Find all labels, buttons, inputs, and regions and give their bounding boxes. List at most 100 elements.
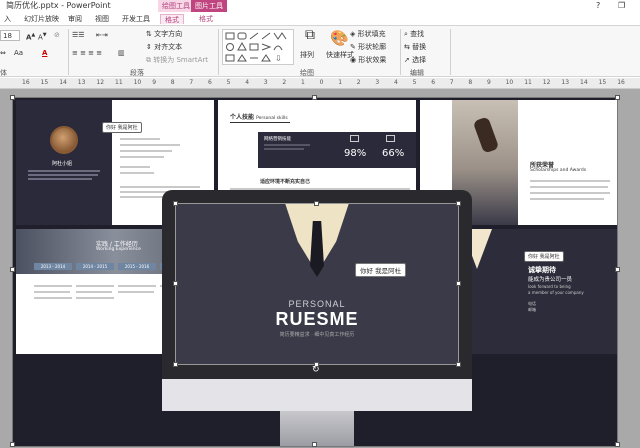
resize-handle[interactable]	[312, 95, 317, 100]
tab-insert[interactable]: 入	[0, 14, 15, 24]
shape-outline-label: 形状轮廓	[358, 43, 387, 51]
ruler-number: 1	[338, 79, 343, 86]
title-bar: 简历优化.pptx - PowerPoint 绘图工具 图片工具 ? ❐	[0, 0, 640, 12]
bullets-icon[interactable]: ☰☰	[72, 30, 85, 41]
shape-effects-button[interactable]: ◉ 形状效果	[350, 55, 386, 66]
group-label-font: 体	[0, 69, 7, 77]
ruler-number: 12	[542, 79, 551, 86]
shapes-icon: ⇩	[225, 32, 287, 63]
shape-fill-label: 形状填充	[357, 30, 386, 38]
slide-canvas[interactable]: 阿杜小姐 你好 我是阿杜 个人技能 Personal skills 网络营销技能…	[0, 89, 640, 448]
resize-handle[interactable]	[173, 281, 178, 286]
shape-effects-label: 形状效果	[358, 56, 387, 64]
smartart-label: 转换为 SmartArt	[153, 56, 209, 64]
ruler-number: 14	[59, 79, 67, 86]
shape-outline-button[interactable]: ✎ 形状轮廓	[350, 42, 386, 53]
ruler-number: 16	[22, 79, 30, 86]
resize-handle[interactable]	[10, 442, 15, 447]
ribbon-tabs: 入 设计 切换 动画 幻灯片放映 审阅 视图 开发工具 格式 格式	[0, 12, 640, 25]
group-separator	[450, 29, 451, 75]
resize-handle[interactable]	[615, 95, 620, 100]
replace-icon: ⇆	[404, 43, 410, 51]
effects-icon: ◉	[350, 56, 357, 64]
indent-icon[interactable]: ⇤⇥	[96, 30, 108, 41]
shrink-font-icon[interactable]: A▼	[38, 30, 47, 41]
font-size-box[interactable]: 18	[0, 30, 20, 41]
ruler-number: 2	[356, 79, 361, 86]
ruler-number: 10	[133, 79, 142, 86]
shape-fill-button[interactable]: ◈ 形状填充	[350, 29, 386, 40]
tab-format-drawing[interactable]: 格式	[160, 14, 184, 24]
group-separator	[68, 29, 69, 75]
grow-font-icon[interactable]: A▲	[26, 30, 35, 41]
picture-tools-context: 图片工具	[191, 0, 227, 12]
ruler-number: 12	[96, 79, 105, 86]
quick-styles-icon[interactable]: 🎨	[330, 28, 349, 48]
resize-handle[interactable]	[173, 201, 178, 206]
columns-icon[interactable]: ▥	[118, 48, 125, 59]
ruler-number: 1	[301, 79, 305, 86]
align-left-icon[interactable]: ≡ ≡ ≡ ≡	[72, 48, 102, 59]
horizontal-ruler[interactable]: 16 15 14 13 12 11 10 9 8 7 6 5 4 3 2 1 0 1 2 3 4 5 6 7 8 9 10 11 12 1…	[0, 78, 640, 89]
ruler-number: 6	[208, 79, 212, 86]
arrange-icon[interactable]: ⧉	[300, 28, 320, 48]
tab-view[interactable]: 视图	[91, 14, 113, 24]
ruler-number: 0	[319, 79, 324, 86]
resize-handle[interactable]	[312, 442, 317, 447]
group-label-editing: 编辑	[410, 69, 424, 77]
ruler-number: 6	[431, 79, 436, 86]
resize-handle[interactable]	[10, 267, 15, 272]
text-direction-label: 文字方向	[154, 30, 183, 38]
text-direction-icon: ⇅	[146, 30, 152, 38]
resize-handle[interactable]	[615, 267, 620, 272]
resize-handle[interactable]	[456, 201, 461, 206]
group-separator	[400, 29, 401, 75]
ruler-number: 13	[77, 79, 86, 86]
ruler-number: 2	[282, 79, 287, 86]
smartart-button[interactable]: ⧉ 转换为 SmartArt	[146, 55, 208, 66]
tab-format-picture[interactable]: 格式	[195, 14, 217, 24]
tab-review[interactable]: 审阅	[64, 14, 86, 24]
window-title: 简历优化.pptx - PowerPoint	[6, 1, 111, 10]
smartart-icon: ⧉	[146, 56, 151, 64]
ruler-number: 10	[505, 79, 514, 86]
text-direction-button[interactable]: ⇅ 文字方向	[146, 29, 182, 40]
ribbon: 18 A▲ A▼ ⊘ ⇔ Aa A 体 ☰☰ ⇤⇥ ≡ ≡ ≡ ≡ ▥ ⇅ 文字…	[0, 25, 640, 77]
resize-handle[interactable]	[314, 201, 319, 206]
find-button[interactable]: ⌕ 查找	[404, 29, 424, 40]
align-text-label: 对齐文本	[154, 43, 183, 51]
shapes-gallery[interactable]: ⇩	[222, 29, 294, 65]
resize-handle[interactable]	[615, 442, 620, 447]
resize-handle[interactable]	[173, 362, 178, 367]
ruler-number: 5	[412, 79, 417, 86]
group-separator	[218, 29, 219, 75]
replace-button[interactable]: ⇆ 替换	[404, 42, 426, 53]
resize-handle[interactable]	[456, 281, 461, 286]
binoculars-icon: ⌕	[404, 30, 408, 38]
char-spacing-icon[interactable]: ⇔	[0, 48, 6, 59]
ruler-number: 7	[189, 79, 194, 86]
group-label-drawing: 绘图	[300, 69, 314, 77]
screen-selection-outline	[175, 203, 459, 365]
clear-format-icon[interactable]: ⊘	[54, 30, 60, 41]
ruler-number: 13	[561, 79, 570, 86]
font-color-icon[interactable]: A	[42, 48, 47, 59]
restore-button[interactable]: ❐	[618, 0, 625, 12]
find-label: 查找	[410, 30, 425, 38]
select-button[interactable]: ➚ 选择	[404, 55, 426, 66]
resize-handle[interactable]	[456, 362, 461, 367]
tab-slideshow[interactable]: 幻灯片放映	[20, 14, 63, 24]
ruler-number: 14	[580, 79, 588, 86]
arrange-label[interactable]: 排列	[300, 50, 314, 61]
replace-label: 替换	[412, 43, 427, 51]
change-case-icon[interactable]: Aa	[14, 48, 23, 59]
help-button[interactable]: ?	[596, 0, 600, 12]
ruler-number: 8	[170, 79, 175, 86]
align-text-button[interactable]: ⇕ 对齐文本	[146, 42, 182, 53]
ruler-number: 4	[245, 79, 250, 86]
rotate-handle-icon[interactable]: ↻	[312, 365, 320, 375]
drawing-tools-context: 绘图工具	[158, 0, 194, 12]
ruler-number: 16	[617, 79, 625, 86]
resize-handle[interactable]	[10, 95, 15, 100]
tab-developer[interactable]: 开发工具	[118, 14, 154, 24]
